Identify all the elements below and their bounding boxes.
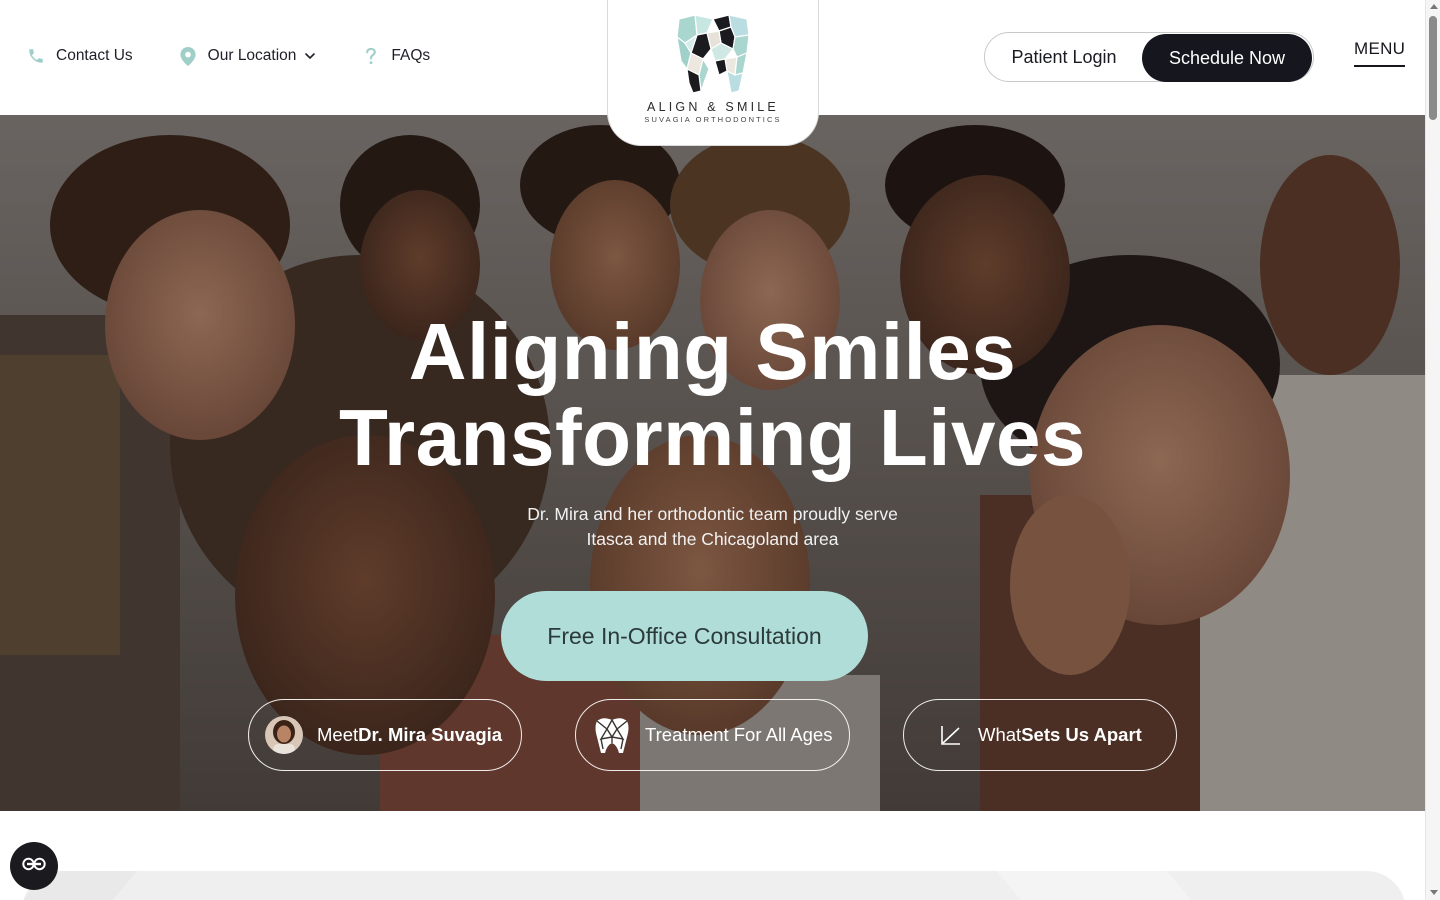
map-pin-icon xyxy=(178,46,198,66)
our-location-label: Our Location xyxy=(207,47,297,64)
sets-us-apart-pill[interactable]: What Sets Us Apart xyxy=(903,699,1177,771)
treatment-pill-label: Treatment For All Ages xyxy=(645,724,833,745)
accessibility-icon xyxy=(21,856,47,877)
tooth-icon xyxy=(593,715,631,755)
question-icon xyxy=(361,46,381,66)
chart-line-icon xyxy=(940,724,962,746)
page-scrollbar[interactable] xyxy=(1425,0,1440,900)
apart-pill-prefix: What xyxy=(978,724,1022,745)
utility-nav: Contact Us Our Location FAQs xyxy=(26,46,475,66)
logo-subtitle: SUVAGIA ORTHODONTICS xyxy=(644,115,782,124)
chevron-down-icon xyxy=(304,50,316,62)
treatment-all-ages-pill[interactable]: Treatment For All Ages xyxy=(575,699,850,771)
phone-icon xyxy=(26,46,46,66)
logo-name: ALIGN & SMILE xyxy=(647,100,779,114)
hero-section: Aligning Smiles Transforming Lives Dr. M… xyxy=(0,115,1425,811)
header-cta-group: Patient Login Schedule Now xyxy=(984,32,1314,82)
doctor-avatar xyxy=(265,716,303,754)
menu-label: MENU xyxy=(1354,39,1406,58)
next-section-preview xyxy=(22,871,1406,900)
scroll-thumb[interactable] xyxy=(1429,16,1437,120)
hero-subtitle-line-2: Itasca and the Chicagoland area xyxy=(586,529,839,549)
schedule-now-button[interactable]: Schedule Now xyxy=(1142,34,1312,82)
free-consultation-button[interactable]: Free In-Office Consultation xyxy=(501,591,868,681)
site-logo[interactable]: ALIGN & SMILE SUVAGIA ORTHODONTICS xyxy=(607,0,819,146)
scroll-down-arrow[interactable] xyxy=(1430,890,1438,895)
menu-button[interactable]: MENU xyxy=(1354,39,1406,67)
hero-subtitle-line-1: Dr. Mira and her orthodontic team proudl… xyxy=(527,504,898,524)
apart-pill-bold: Sets Us Apart xyxy=(1021,724,1142,745)
site-header: Contact Us Our Location FAQs ALIGN & SMI… xyxy=(0,0,1425,146)
accessibility-button[interactable] xyxy=(10,842,58,890)
patient-login-button[interactable]: Patient Login xyxy=(985,33,1143,81)
meet-pill-prefix: Meet xyxy=(317,724,359,745)
contact-us-link[interactable]: Contact Us xyxy=(26,46,133,66)
hero-title-line-2: Transforming Lives xyxy=(339,393,1086,482)
faqs-link[interactable]: FAQs xyxy=(361,46,430,66)
hero-content: Aligning Smiles Transforming Lives Dr. M… xyxy=(0,115,1425,811)
faqs-label: FAQs xyxy=(391,47,431,64)
hero-title-line-1: Aligning Smiles xyxy=(408,307,1017,396)
meet-pill-name: Dr. Mira Suvagia xyxy=(358,724,503,745)
scroll-up-arrow[interactable] xyxy=(1430,4,1438,9)
meet-doctor-pill[interactable]: Meet Dr. Mira Suvagia xyxy=(248,699,522,771)
contact-us-label: Contact Us xyxy=(56,47,133,64)
our-location-link[interactable]: Our Location xyxy=(178,46,317,66)
menu-underline xyxy=(1354,65,1405,67)
tooth-logo-icon xyxy=(676,14,750,94)
section-decor-shape xyxy=(996,871,1218,900)
